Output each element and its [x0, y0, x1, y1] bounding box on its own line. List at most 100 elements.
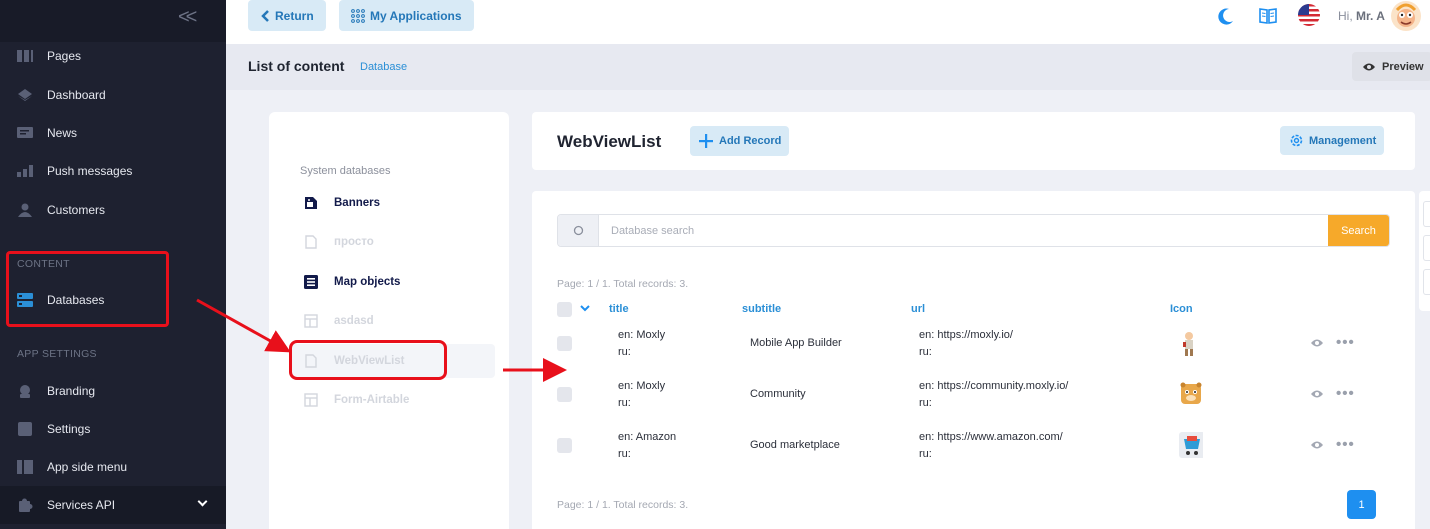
db-item-banners[interactable]: Banners [290, 186, 495, 220]
sidebar-item-label: Settings [47, 422, 91, 436]
row-title: en: Moxly ru: [618, 327, 665, 361]
row-title-ru: ru: [618, 346, 631, 358]
list-icon [304, 275, 318, 289]
news-icon [17, 126, 33, 140]
us-flag-icon[interactable] [1298, 4, 1320, 26]
book-icon[interactable] [1259, 7, 1277, 24]
cartoon-character-icon [1177, 331, 1201, 357]
sidebar-item-label: Dashboard [47, 88, 106, 102]
sidebar-item-app-side-menu[interactable]: App side menu [0, 452, 226, 482]
db-item-asdasd[interactable]: asdasd [290, 304, 495, 338]
column-header-subtitle[interactable]: subtitle [742, 303, 781, 315]
database-header-card: WebViewList Add Record Management [532, 112, 1415, 170]
side-tab[interactable] [1423, 201, 1430, 227]
row-actions: ••• [1310, 334, 1355, 351]
row-title-en: en: Moxly [618, 380, 666, 392]
chevron-down-icon[interactable] [580, 304, 590, 312]
row-checkbox[interactable] [557, 336, 572, 351]
management-label: Management [1309, 134, 1377, 147]
collapse-sidebar-icon[interactable]: << [178, 6, 197, 29]
user-name: Mr. A [1356, 9, 1385, 23]
side-tab[interactable] [1423, 235, 1430, 261]
row-actions: ••• [1310, 436, 1355, 453]
push-messages-icon [17, 164, 33, 178]
annotation-highlight-webviewlist [289, 340, 447, 380]
sidebar-item-news[interactable]: News [0, 118, 226, 148]
table-icon [304, 314, 318, 328]
sidebar-item-settings[interactable]: Settings [0, 414, 226, 444]
breadcrumb-database[interactable]: Database [360, 61, 407, 73]
eye-icon[interactable] [1310, 338, 1324, 348]
return-label: Return [275, 8, 314, 23]
sidebar-item-dashboard[interactable]: Dashboard [0, 80, 226, 110]
sidebar-item-customers[interactable]: Customers [0, 195, 226, 225]
page-header: List of content Database Preview [226, 44, 1430, 90]
more-options-icon[interactable]: ••• [1336, 436, 1355, 453]
system-databases-heading: System databases [300, 165, 391, 177]
row-url-en: en: https://moxly.io/ [919, 329, 1013, 341]
file-icon [305, 235, 317, 249]
db-item-label: asdasd [334, 315, 374, 327]
shopping-cart-icon [1179, 432, 1203, 458]
row-title: en: Amazon ru: [618, 429, 676, 463]
management-button[interactable]: Management [1280, 126, 1384, 155]
sidebar-item-label: Branding [47, 384, 96, 398]
chevron-down-icon [197, 496, 208, 507]
row-subtitle: Mobile App Builder [750, 337, 842, 349]
db-item-prosto[interactable]: просто [290, 225, 495, 259]
sidebar-item-label: Pages [47, 49, 82, 63]
return-button[interactable]: Return [248, 0, 326, 31]
select-all-checkbox[interactable] [557, 302, 572, 317]
more-options-icon[interactable]: ••• [1336, 334, 1355, 351]
database-search-input[interactable] [600, 215, 1330, 246]
add-record-button[interactable]: Add Record [690, 126, 789, 156]
row-url-en: en: https://community.moxly.io/ [919, 380, 1069, 392]
search-button[interactable]: Search [1328, 215, 1389, 246]
grid-dots-icon [351, 8, 365, 23]
eye-icon[interactable] [1310, 440, 1324, 450]
sidebar-item-label: Customers [47, 203, 106, 217]
records-card: Search Page: 1 / 1. Total records: 3. ti… [532, 191, 1415, 529]
db-item-label: Form-Airtable [334, 394, 410, 406]
row-title: en: Moxly ru: [618, 378, 665, 412]
page-title: List of content [248, 58, 345, 74]
top-bar: Return My Applications Hi, Mr. A [226, 0, 1430, 44]
my-applications-label: My Applications [370, 8, 462, 23]
sidebar-item-branding[interactable]: Branding [0, 376, 226, 406]
preview-button[interactable]: Preview [1352, 52, 1430, 81]
pagination-page-button[interactable]: 1 [1347, 490, 1376, 519]
column-header-icon[interactable]: Icon [1170, 303, 1193, 315]
page-info-bottom: Page: 1 / 1. Total records: 3. [557, 499, 689, 511]
greeting-prefix: Hi, [1338, 9, 1353, 23]
db-item-form-airtable[interactable]: Form-Airtable [290, 383, 495, 417]
row-checkbox[interactable] [557, 438, 572, 453]
moon-icon[interactable] [1218, 7, 1234, 25]
sidebar-item-pages[interactable]: Pages [0, 41, 226, 71]
sidebar-item-label: App side menu [47, 460, 128, 474]
column-header-title[interactable]: title [609, 303, 629, 315]
search-icon [558, 215, 599, 246]
avatar[interactable] [1390, 0, 1422, 32]
row-title-en: en: Moxly [618, 329, 666, 341]
side-tab[interactable] [1423, 269, 1430, 295]
eye-icon[interactable] [1310, 389, 1324, 399]
sidebar-item-push-messages[interactable]: Push messages [0, 156, 226, 186]
pages-icon [17, 49, 33, 63]
row-title-en: en: Amazon [618, 431, 677, 443]
sidebar-item-services-api[interactable]: Services API [0, 486, 226, 524]
row-url: en: https://community.moxly.io/ ru: [919, 378, 1068, 412]
row-title-ru: ru: [618, 448, 631, 460]
hamster-icon [1179, 381, 1203, 407]
chevron-left-icon [261, 9, 269, 22]
puzzle-icon [17, 498, 33, 512]
table-icon [304, 393, 318, 407]
row-checkbox[interactable] [557, 387, 572, 402]
row-url-en: en: https://www.amazon.com/ [919, 431, 1063, 443]
column-header-url[interactable]: url [911, 303, 925, 315]
more-options-icon[interactable]: ••• [1336, 385, 1355, 402]
branding-icon [17, 384, 33, 398]
my-applications-button[interactable]: My Applications [339, 0, 474, 31]
right-side-tabs [1419, 191, 1430, 311]
eye-icon [1363, 63, 1375, 70]
db-item-map-objects[interactable]: Map objects [290, 265, 495, 299]
